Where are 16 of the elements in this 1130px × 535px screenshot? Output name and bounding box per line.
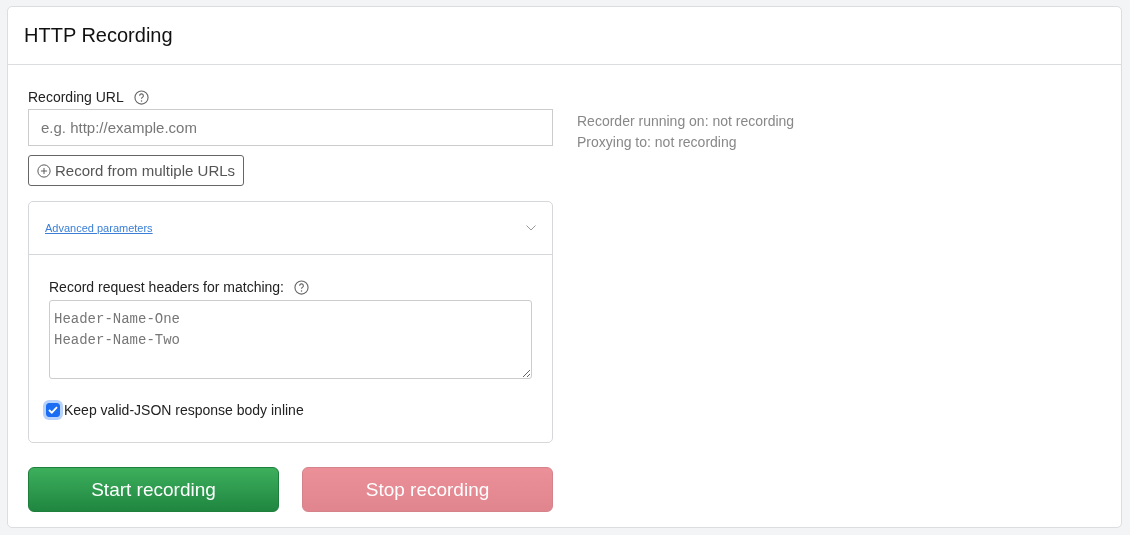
status-text: Recorder running on: not recording bbox=[577, 112, 795, 131]
multi-url-button[interactable]: Record from multiple URLs bbox=[28, 155, 245, 186]
help-icon[interactable] bbox=[294, 279, 309, 295]
field-label: Record request headers for matching: bbox=[49, 279, 284, 295]
plus-circle-icon bbox=[37, 163, 51, 178]
start-recording-button[interactable]: Start recording bbox=[28, 467, 279, 512]
headers-field[interactable]: Header-Name-One Header-Name-Two bbox=[49, 300, 532, 379]
status-text: Proxying to: not recording bbox=[577, 133, 738, 152]
field-label: Recording URL bbox=[28, 89, 124, 105]
url-field[interactable]: e.g. http://example.com bbox=[28, 109, 553, 146]
chevron-icon[interactable] bbox=[526, 225, 536, 231]
advanced-link[interactable]: Advanced parameters bbox=[45, 222, 153, 234]
checkbox-label: Keep valid-JSON response body inline bbox=[64, 402, 304, 418]
panel-title: HTTP Recording bbox=[24, 24, 173, 47]
help-icon[interactable] bbox=[133, 89, 149, 105]
checkbox[interactable] bbox=[46, 403, 60, 417]
